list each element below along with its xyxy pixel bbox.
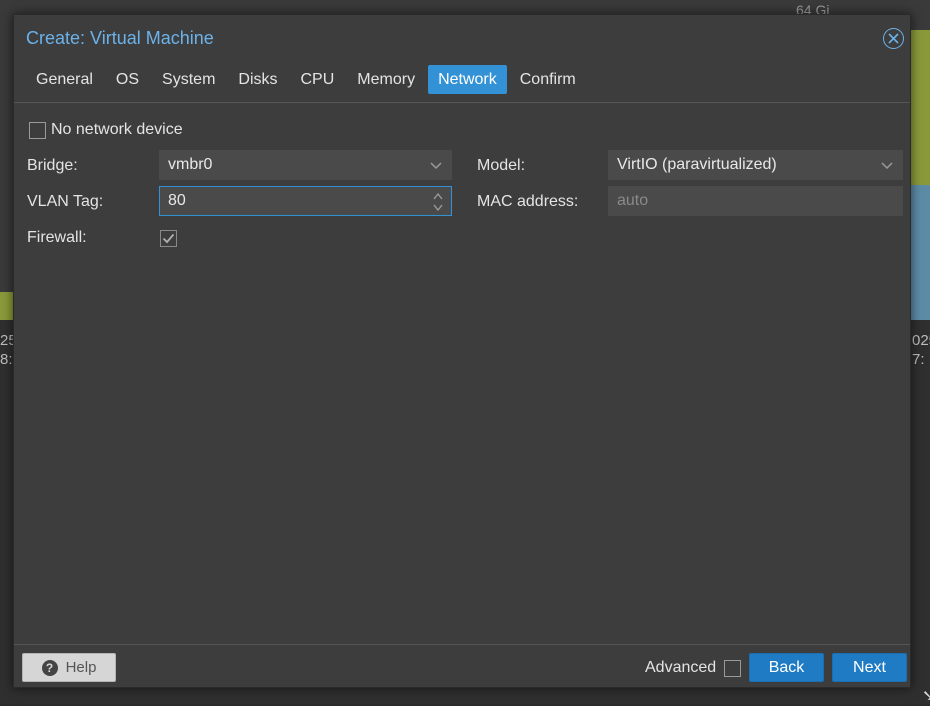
bridge-select[interactable]: vmbr0 (159, 150, 452, 180)
vlan-tag-input[interactable]: 80 (159, 186, 452, 216)
spinner-arrows-icon[interactable] (432, 191, 444, 213)
model-label: Model: (477, 157, 526, 174)
background-chart-band (910, 30, 930, 185)
background-chart-band (910, 185, 930, 320)
help-button-label: Help (65, 659, 97, 676)
next-button[interactable]: Next (832, 653, 907, 682)
background-axis-label: 025 7: (912, 332, 930, 368)
advanced-checkbox[interactable] (724, 660, 741, 677)
model-value: VirtIO (paravirtualized) (617, 156, 777, 173)
tab-disks[interactable]: Disks (228, 65, 287, 94)
bridge-value: vmbr0 (168, 156, 213, 173)
create-vm-dialog: Create: Virtual Machine General OS Syste… (13, 14, 911, 688)
tab-confirm[interactable]: Confirm (510, 65, 586, 94)
firewall-label: Firewall: (27, 229, 87, 246)
tab-os[interactable]: OS (106, 65, 149, 94)
question-circle-icon: ? (41, 659, 58, 676)
vlan-tag-value: 80 (168, 192, 186, 209)
back-button[interactable]: Back (749, 653, 824, 682)
chevron-down-icon (881, 162, 893, 170)
mac-address-label: MAC address: (477, 193, 579, 210)
footer-divider (14, 644, 910, 645)
mouse-cursor-icon: ➘ (922, 688, 930, 705)
tab-memory[interactable]: Memory (347, 65, 425, 94)
close-icon[interactable] (883, 28, 904, 49)
mac-address-placeholder: auto (617, 192, 649, 209)
model-select[interactable]: VirtIO (paravirtualized) (608, 150, 903, 180)
no-network-device-checkbox[interactable] (29, 122, 46, 139)
bridge-label: Bridge: (27, 157, 78, 174)
tab-general[interactable]: General (26, 65, 103, 94)
check-icon (162, 233, 175, 244)
wizard-tabs: General OS System Disks CPU Memory Netwo… (26, 65, 589, 94)
tab-divider (14, 102, 910, 103)
dialog-title: Create: Virtual Machine (26, 28, 214, 48)
background-axis-label: 25 8: (0, 332, 14, 368)
background-chart-band (0, 292, 14, 320)
tab-network[interactable]: Network (428, 65, 507, 94)
chevron-down-icon (430, 162, 442, 170)
firewall-checkbox[interactable] (160, 230, 177, 247)
mac-address-input[interactable]: auto (608, 186, 903, 216)
no-network-device-label: No network device (51, 121, 183, 138)
tab-cpu[interactable]: CPU (291, 65, 345, 94)
vlan-tag-label: VLAN Tag: (27, 193, 104, 210)
help-button[interactable]: ? Help (22, 653, 116, 682)
tab-system[interactable]: System (152, 65, 225, 94)
advanced-label: Advanced (645, 659, 717, 676)
